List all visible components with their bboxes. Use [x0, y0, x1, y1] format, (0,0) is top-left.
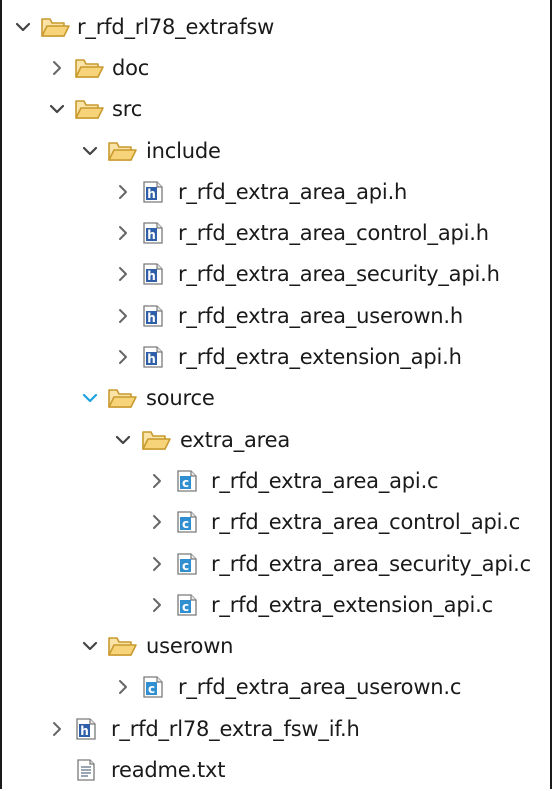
tree-node-src[interactable]: src: [2, 89, 550, 130]
tree-node-label: r_rfd_rl78_extra_fsw_if.h: [111, 716, 360, 741]
open-folder-icon: [107, 633, 137, 659]
tree-node-source[interactable]: source: [2, 378, 550, 419]
header-file-icon: [141, 180, 165, 204]
c-source-file-icon: [175, 593, 199, 617]
tree-node-root[interactable]: r_rfd_rl78_extrafsw: [2, 6, 550, 47]
tree-node-label: source: [146, 386, 215, 411]
tree-node-label: r_rfd_extra_area_security_api.c: [211, 551, 531, 576]
chevron-right-icon[interactable]: [49, 720, 65, 738]
open-folder-icon: [74, 96, 104, 122]
c-source-file-icon: [175, 469, 199, 493]
chevron-down-icon[interactable]: [15, 18, 31, 36]
chevron-right-icon[interactable]: [149, 555, 165, 573]
tree-node-label: readme.txt: [111, 757, 226, 782]
header-file-icon: [141, 345, 165, 369]
tree-node-file[interactable]: r_rfd_extra_area_control_api.c: [2, 502, 550, 543]
tree-node-label: r_rfd_extra_area_userown.c: [178, 675, 462, 700]
open-folder-icon: [107, 385, 137, 411]
open-folder-icon: [40, 14, 70, 40]
c-source-file-icon: [141, 675, 165, 699]
chevron-right-icon[interactable]: [115, 348, 131, 366]
tree-node-label: r_rfd_extra_area_api.c: [211, 468, 439, 493]
tree-node-label: r_rfd_extra_area_control_api.h: [178, 221, 489, 246]
tree-node-label: r_rfd_extra_area_control_api.c: [211, 510, 521, 535]
open-folder-icon: [74, 55, 104, 81]
tree-node-file[interactable]: r_rfd_extra_area_api.h: [2, 171, 550, 212]
tree-node-file[interactable]: r_rfd_extra_area_api.c: [2, 460, 550, 501]
chevron-right-icon[interactable]: [115, 183, 131, 201]
chevron-down-icon[interactable]: [49, 100, 65, 118]
tree-node-label: r_rfd_extra_extension_api.h: [178, 345, 462, 370]
tree-node-include[interactable]: include: [2, 130, 550, 171]
c-source-file-icon: [175, 552, 199, 576]
header-file-icon: [141, 304, 165, 328]
chevron-right-icon[interactable]: [149, 472, 165, 490]
tree-node-file[interactable]: r_rfd_extra_area_security_api.c: [2, 543, 550, 584]
chevron-right-icon[interactable]: [49, 59, 65, 77]
chevron-down-icon[interactable]: [82, 637, 98, 655]
chevron-right-icon[interactable]: [115, 224, 131, 242]
chevron-down-icon[interactable]: [82, 142, 98, 160]
chevron-right-icon[interactable]: [149, 513, 165, 531]
open-folder-icon: [141, 427, 171, 453]
tree-node-file[interactable]: r_rfd_extra_area_userown.c: [2, 667, 550, 708]
tree-node-label: r_rfd_rl78_extrafsw: [77, 14, 275, 39]
tree-node-label: userown: [146, 634, 234, 659]
project-explorer-tree-panel: r_rfd_rl78_extrafsw doc src include r_rf…: [0, 0, 552, 789]
tree-node-file[interactable]: r_rfd_extra_extension_api.c: [2, 584, 550, 625]
header-file-icon: [141, 262, 165, 286]
tree-node-file[interactable]: r_rfd_extra_area_control_api.h: [2, 212, 550, 253]
tree-node-label: r_rfd_extra_area_api.h: [178, 179, 408, 204]
tree-node-file[interactable]: readme.txt: [2, 749, 550, 790]
c-source-file-icon: [175, 510, 199, 534]
chevron-right-icon[interactable]: [115, 307, 131, 325]
chevron-right-icon[interactable]: [149, 596, 165, 614]
tree-node-doc[interactable]: doc: [2, 47, 550, 88]
tree-node-label: r_rfd_extra_area_userown.h: [178, 303, 463, 328]
tree-node-label: r_rfd_extra_area_security_api.h: [178, 262, 500, 287]
tree-node-userown[interactable]: userown: [2, 625, 550, 666]
open-folder-icon: [107, 138, 137, 164]
tree-node-label: r_rfd_extra_extension_api.c: [211, 592, 493, 617]
tree-node-extra-area[interactable]: extra_area: [2, 419, 550, 460]
chevron-down-icon[interactable]: [115, 431, 131, 449]
tree-node-label: extra_area: [180, 427, 291, 452]
header-file-icon: [141, 221, 165, 245]
header-file-icon: [74, 717, 98, 741]
tree-node-file[interactable]: r_rfd_extra_area_userown.h: [2, 295, 550, 336]
chevron-right-icon[interactable]: [115, 265, 131, 283]
tree-node-file[interactable]: r_rfd_extra_area_security_api.h: [2, 254, 550, 295]
file-tree: r_rfd_rl78_extrafsw doc src include r_rf…: [2, 6, 550, 791]
chevron-right-icon[interactable]: [115, 678, 131, 696]
text-file-icon: [74, 758, 98, 782]
tree-node-file[interactable]: r_rfd_extra_extension_api.h: [2, 336, 550, 377]
tree-node-label: src: [112, 97, 143, 122]
chevron-down-icon[interactable]: [82, 389, 98, 407]
tree-node-label: doc: [112, 55, 150, 80]
tree-node-label: include: [146, 138, 221, 163]
tree-node-file[interactable]: r_rfd_rl78_extra_fsw_if.h: [2, 708, 550, 749]
